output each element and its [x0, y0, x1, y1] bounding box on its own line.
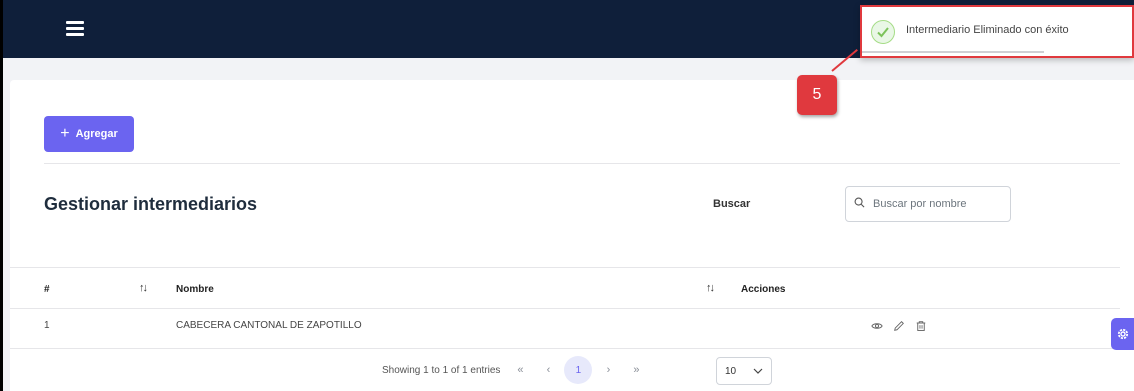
toast-message: Intermediario Eliminado con éxito [906, 24, 1069, 36]
row-name: CABECERA CANTONAL DE ZAPOTILLO [176, 320, 362, 331]
settings-gear-icon[interactable] [1111, 318, 1134, 350]
per-page-select[interactable]: 10 [716, 357, 772, 385]
column-header-actions: Acciones [741, 284, 786, 295]
trash-icon[interactable] [914, 319, 928, 333]
pagination-summary: Showing 1 to 1 of 1 entries [382, 364, 501, 376]
annotation-step-badge: 5 [797, 75, 837, 115]
row-divider [10, 348, 1120, 349]
chevron-down-icon [753, 366, 763, 377]
toast-progress-bar [862, 51, 1044, 53]
pencil-icon[interactable] [892, 319, 906, 333]
table-header-bottom-border [10, 308, 1120, 309]
next-page-button[interactable]: › [598, 364, 618, 376]
hamburger-menu-icon[interactable] [66, 21, 84, 36]
search-input[interactable] [871, 197, 1010, 211]
column-header-name[interactable]: Nombre [176, 284, 214, 295]
row-index: 1 [44, 320, 50, 331]
table-header-top-border [10, 267, 1120, 268]
first-page-button[interactable]: « [510, 364, 530, 376]
column-header-index: # [44, 284, 50, 295]
sort-icon-name[interactable]: ↑↓ [706, 282, 715, 294]
success-check-icon [871, 20, 895, 44]
search-field[interactable] [845, 186, 1011, 222]
per-page-value: 10 [725, 365, 737, 377]
search-icon [854, 195, 865, 213]
add-button[interactable]: + Agregar [44, 116, 134, 152]
pagination: Showing 1 to 1 of 1 entries « ‹ 1 › » [382, 356, 646, 384]
plus-icon: + [60, 125, 70, 142]
eye-icon[interactable] [870, 319, 884, 333]
divider [44, 163, 1120, 164]
prev-page-button[interactable]: ‹ [538, 364, 558, 376]
page-1-button[interactable]: 1 [564, 356, 593, 384]
row-actions [870, 319, 928, 333]
search-label: Buscar [713, 198, 751, 210]
page-title: Gestionar intermediarios [44, 194, 258, 214]
main-card [10, 80, 1134, 391]
sort-icon-index[interactable]: ↑↓ [139, 282, 148, 294]
last-page-button[interactable]: » [626, 364, 646, 376]
add-button-label: Agregar [75, 128, 118, 140]
success-toast: Intermediario Eliminado con éxito [860, 5, 1134, 58]
